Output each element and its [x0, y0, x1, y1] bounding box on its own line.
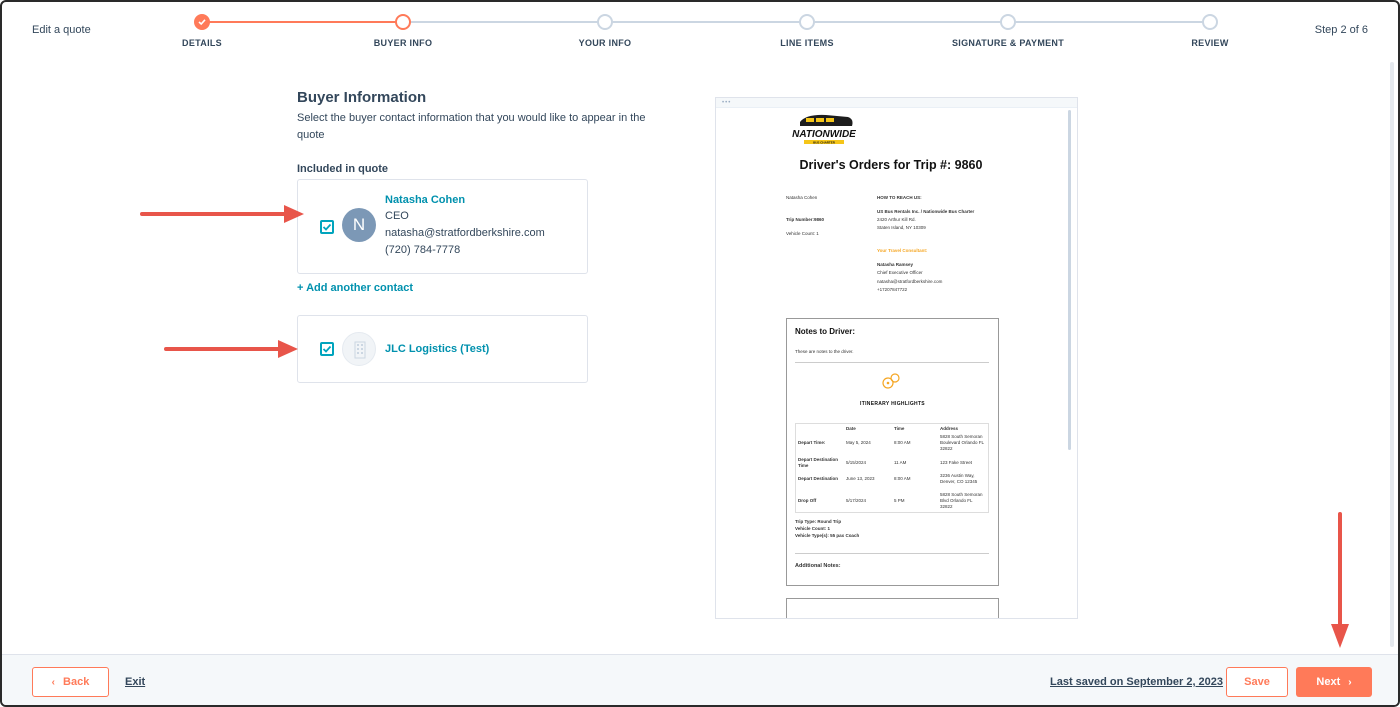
- step-your-info-dot[interactable]: [597, 14, 613, 30]
- contact-checkbox[interactable]: [320, 220, 334, 234]
- company-card: JLC Logistics (Test): [297, 315, 588, 383]
- preview-company: US Bus Rentals Inc. / Nationwide Bus Cha…: [877, 209, 975, 214]
- itinerary-row-time: 8:00 AM: [894, 476, 911, 481]
- itinerary-row-date: 5/17/2024: [846, 498, 867, 503]
- check-icon: [322, 345, 332, 353]
- contact-name-link[interactable]: Natasha Cohen: [385, 194, 465, 206]
- trip-vehicle-count: Vehicle Count: 1: [795, 526, 831, 531]
- preview-address-1: 2420 Arthur Kill Rd.: [877, 217, 916, 222]
- route-icon: [882, 373, 900, 389]
- chevron-left-icon: ‹: [51, 677, 56, 688]
- trip-vehicle-types: Vehicle Type(s): 55 pax Coach: [795, 533, 860, 538]
- step-details-label[interactable]: DETAILS: [182, 38, 222, 48]
- footer-bar: ‹ Back Exit Last saved on September 2, 20…: [2, 654, 1398, 705]
- itinerary-row-address: 5828 South Semoran Blvd Orlando FL 32822: [940, 492, 983, 509]
- itinerary-row-date: June 13, 2023: [846, 476, 875, 481]
- preview-title: Driver's Orders for Trip #: 9860: [799, 158, 983, 172]
- step-buyer-info-label[interactable]: BUYER INFO: [374, 38, 433, 48]
- last-saved-link[interactable]: Last saved on September 2, 2023: [1050, 676, 1223, 688]
- back-button[interactable]: ‹ Back: [32, 667, 109, 697]
- preview-consultant-name: Natasha Ramsey: [877, 262, 914, 267]
- divider: [795, 362, 989, 363]
- preview-reach-heading: HOW TO REACH US:: [877, 195, 922, 200]
- company-building-icon: [342, 332, 376, 366]
- preview-consultant-phone: +17207847722: [877, 287, 908, 292]
- exit-link[interactable]: Exit: [125, 676, 145, 688]
- itinerary-row-date: 5/15/2024: [846, 460, 867, 465]
- step-signature-payment-dot[interactable]: [1000, 14, 1016, 30]
- step-signature-payment-label[interactable]: SIGNATURE & PAYMENT: [952, 38, 1064, 48]
- check-icon: [322, 223, 332, 231]
- next-button-label: Next: [1316, 676, 1341, 688]
- more-icon: •••: [722, 100, 732, 106]
- step-review-dot[interactable]: [1202, 14, 1218, 30]
- page-scrollbar[interactable]: [1390, 62, 1394, 647]
- notes-text: These are notes to the driver.: [795, 349, 854, 354]
- next-button[interactable]: Next ›: [1296, 667, 1372, 697]
- preview-toolbar: •••: [716, 98, 1077, 108]
- step-details-dot[interactable]: [194, 14, 210, 30]
- preview-vehicle-count: Vehicle Count: 1: [786, 231, 819, 236]
- itinerary-col-time: Time: [894, 426, 905, 431]
- itinerary-col-address: Address: [940, 426, 959, 431]
- itinerary-table: Date Time Address Depart Time: May 5, 20…: [795, 423, 989, 513]
- itinerary-col-date: Date: [846, 426, 856, 431]
- itinerary-row-label: Depart Destination: [798, 476, 839, 481]
- svg-text:BUS CHARTER: BUS CHARTER: [813, 140, 836, 144]
- itinerary-title: ITINERARY HIGHLIGHTS: [860, 401, 925, 407]
- step-line-items-dot[interactable]: [799, 14, 815, 30]
- itinerary-row-label: Depart Destination Time: [798, 457, 839, 468]
- itinerary-row-label: Depart Time:: [798, 440, 826, 445]
- preview-consultant-label: Your Travel Consultant:: [877, 248, 928, 253]
- preview-address-2: Staten Island, NY 10309: [877, 225, 926, 230]
- step-review-label[interactable]: REVIEW: [1191, 38, 1228, 48]
- chevron-right-icon: ›: [1348, 677, 1352, 688]
- divider: [795, 553, 989, 554]
- company-checkbox[interactable]: [320, 342, 334, 356]
- itinerary-row-address: 5828 South Semoran Boulevard Orlando FL …: [940, 434, 984, 451]
- check-icon: [198, 19, 206, 26]
- svg-text:NATIONWIDE: NATIONWIDE: [792, 129, 856, 140]
- contact-email: natasha@stratfordberkshire.com: [385, 227, 545, 239]
- itinerary-row-address: 123 Fake Street: [940, 460, 973, 465]
- annotation-arrow-company: [164, 340, 298, 358]
- itinerary-row-date: May 5, 2024: [846, 440, 871, 445]
- section-title: Buyer Information: [297, 89, 427, 106]
- preview-buyer-name: Natasha Cohen: [786, 195, 818, 200]
- included-in-quote-label: Included in quote: [297, 163, 389, 175]
- preview-consultant-role: Chief Executive Officer: [877, 270, 923, 275]
- preview-scrollbar[interactable]: [1068, 110, 1071, 450]
- notes-title: Notes to Driver:: [795, 327, 856, 336]
- nationwide-logo: NATIONWIDE BUS CHARTER: [792, 114, 856, 144]
- additional-notes-label: Additional Notes:: [795, 563, 841, 569]
- save-button[interactable]: Save: [1226, 667, 1288, 697]
- back-button-label: Back: [63, 676, 90, 688]
- annotation-arrow-next: [1331, 512, 1349, 648]
- next-section-box: [786, 598, 999, 618]
- progress-stepper: DETAILS BUYER INFO YOUR INFO LINE ITEMS …: [2, 14, 1398, 54]
- itinerary-row-time: 8:00 AM: [894, 440, 911, 445]
- trip-type: Trip Type: Round Trip: [795, 519, 842, 524]
- itinerary-row-address: 3236 Austin Way, Denver, CO 12345: [940, 473, 978, 484]
- itinerary-row-time: 11 AM: [894, 460, 907, 465]
- quote-editor-window: Edit a quote Step 2 of 6 DETAILS BUYER I…: [0, 0, 1400, 707]
- contact-phone: (720) 784-7778: [385, 244, 461, 256]
- annotation-arrow-contact: [140, 205, 304, 223]
- add-another-contact-link[interactable]: + Add another contact: [297, 282, 413, 294]
- itinerary-row-label: Drop Off: [798, 498, 817, 503]
- notes-to-driver-box: Notes to Driver: These are notes to the …: [786, 318, 999, 586]
- quote-preview[interactable]: ••• NATIONWIDE BUS CHARTER Driver's Orde…: [715, 97, 1078, 619]
- company-name-link[interactable]: JLC Logistics (Test): [385, 343, 489, 355]
- contact-role: CEO: [385, 210, 409, 222]
- preview-trip-number: Trip Number:9860: [786, 217, 825, 222]
- stepper-line-done: [202, 21, 403, 23]
- preview-consultant-email: natasha@stratfordberkshire.com: [877, 279, 943, 284]
- step-buyer-info-dot[interactable]: [395, 14, 411, 30]
- contact-card: N Natasha Cohen CEO natasha@stratfordber…: [297, 179, 588, 274]
- step-your-info-label[interactable]: YOUR INFO: [579, 38, 632, 48]
- step-line-items-label[interactable]: LINE ITEMS: [780, 38, 834, 48]
- section-description: Select the buyer contact information tha…: [297, 112, 646, 141]
- avatar: N: [342, 208, 376, 242]
- itinerary-row-time: 5 PM: [894, 498, 905, 503]
